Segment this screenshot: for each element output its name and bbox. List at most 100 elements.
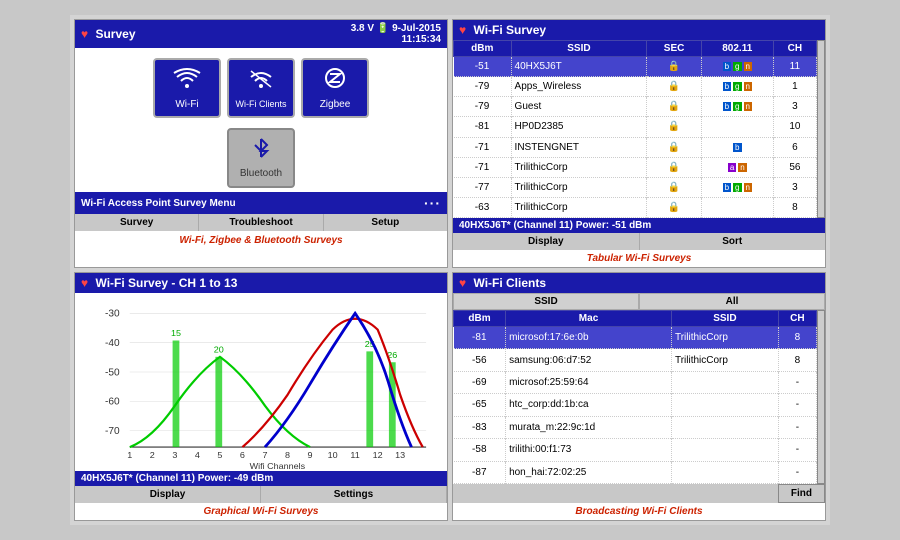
ssid-cell: Apps_Wireless [511,77,647,97]
client-dbm-cell: -65 [454,394,506,416]
svg-text:1: 1 [127,450,132,460]
dbm-cell: -51 [454,57,512,77]
wifi-clients-button[interactable]: Wi-Fi Clients [227,58,295,118]
wifi-table-row[interactable]: -79 Guest 🔒 bgn 3 [454,97,817,117]
wifi-display-tab[interactable]: Display [453,233,640,250]
wifi-table-row[interactable]: -77 TrilithicCorp 🔒 bgn 3 [454,177,817,197]
wifi-survey-title: ♥ Wi-Fi Survey [459,23,546,37]
zigbee-button[interactable]: Zigbee [301,58,369,118]
sec-cell: 🔒 [647,97,701,117]
zigbee-icon [324,67,346,95]
protocol-cell: bgn [701,77,773,97]
dbm-cell: -77 [454,177,512,197]
wifi-table-row[interactable]: -81 HP0D2385 🔒 10 [454,117,817,137]
svg-text:7: 7 [262,450,267,460]
svg-text:6: 6 [240,450,245,460]
troubleshoot-tab[interactable]: Troubleshoot [199,214,323,231]
protocol-cell [701,197,773,217]
client-ch-cell: - [778,439,816,461]
client-ch-cell: - [778,461,816,483]
find-button[interactable]: Find [778,484,825,503]
clients-filter-row: SSID All [453,293,825,310]
graph-settings-tab[interactable]: Settings [261,486,447,503]
ssid-cell: TrilithicCorp [511,177,647,197]
ssid-cell: TrilithicCorp [511,157,647,177]
client-dbm-cell: -58 [454,439,506,461]
zigbee-label: Zigbee [320,99,351,110]
graph-bottom-tabs: Display Settings [75,486,447,503]
clients-table-wrapper: dBm Mac SSID CH -81 microsof:17:6e:0b Tr… [453,310,825,484]
graph-display-tab[interactable]: Display [75,486,261,503]
wifi-table-row[interactable]: -51 40HX5J6T 🔒 bgn 11 [454,57,817,77]
menu-dots: ··· [424,195,441,211]
clients-table-row[interactable]: -56 samsung:06:d7:52 TrilithicCorp 8 [454,349,817,371]
survey-tab[interactable]: Survey [75,214,199,231]
client-ssid-cell [671,461,778,483]
col-802: 802.11 [701,41,773,57]
ch-cell: 56 [773,157,816,177]
ssid-cell: INSTENGNET [511,137,647,157]
filter-all[interactable]: All [639,293,825,310]
ssid-cell: 40HX5J6T [511,57,647,77]
bluetooth-label: Bluetooth [240,168,282,179]
setup-tab[interactable]: Setup [324,214,447,231]
wifi-table-row[interactable]: -71 TrilithicCorp 🔒 an 56 [454,157,817,177]
protocol-cell: bgn [701,57,773,77]
sec-cell: 🔒 [647,157,701,177]
client-mac-cell: microsof:17:6e:0b [506,327,672,349]
client-ch-cell: - [778,394,816,416]
filter-ssid[interactable]: SSID [453,293,639,310]
client-col-ssid: SSID [671,311,778,327]
ch-cell: 1 [773,77,816,97]
wifi-survey-table: dBm SSID SEC 802.11 CH -51 40HX5J6T 🔒 bg… [453,40,817,218]
wifi-table-row[interactable]: -71 INSTENGNET 🔒 b 6 [454,137,817,157]
client-ch-cell: 8 [778,349,816,371]
clients-table-row[interactable]: -58 trilithi:00:f1:73 - [454,439,817,461]
sec-cell: 🔒 [647,77,701,97]
clients-table-row[interactable]: -81 microsof:17:6e:0b TrilithicCorp 8 [454,327,817,349]
survey-caption: Wi-Fi, Zigbee & Bluetooth Surveys [75,231,447,250]
wifi-table-row[interactable]: -63 TrilithicCorp 🔒 8 [454,197,817,217]
client-ssid-cell: TrilithicCorp [671,349,778,371]
wifi-clients-label: Wi-Fi Clients [236,99,287,109]
survey-buttons: Wi-Fi Wi-Fi Clients [75,48,447,128]
protocol-cell [701,117,773,137]
clients-table-row[interactable]: -83 murata_m:22:9c:1d - [454,416,817,438]
ch-cell: 6 [773,137,816,157]
col-ssid: SSID [511,41,647,57]
header-right: 3.8 V 🔋 9-Jul-2015 11:15:34 [351,23,441,45]
wifi-survey-panel: ♥ Wi-Fi Survey dBm SSID SEC 802.11 CH -5… [452,19,826,268]
wifi-button[interactable]: Wi-Fi [153,58,221,118]
client-ssid-cell: TrilithicCorp [671,327,778,349]
dbm-cell: -63 [454,197,512,217]
wifi-table-row[interactable]: -79 Apps_Wireless 🔒 bgn 1 [454,77,817,97]
clients-table-row[interactable]: -87 hon_hai:72:02:25 - [454,461,817,483]
client-ch-cell: - [778,416,816,438]
wifi-scrollbar[interactable] [817,40,825,218]
heart-icon: ♥ [81,27,88,41]
clients-scrollbar[interactable] [817,310,825,484]
wifi-sort-tab[interactable]: Sort [640,233,826,250]
sec-cell: 🔒 [647,197,701,217]
heart-icon2: ♥ [459,23,466,37]
protocol-cell: bgn [701,97,773,117]
ch-cell: 8 [773,197,816,217]
wifi-status-bar: 40HX5J6T* (Channel 11) Power: -51 dBm [453,218,825,233]
clients-table-row[interactable]: -69 microsof:25:59:64 - [454,371,817,393]
dbm-cell: -81 [454,117,512,137]
sec-cell: 🔒 [647,177,701,197]
svg-text:-60: -60 [105,397,120,408]
sec-cell: 🔒 [647,117,701,137]
svg-text:10: 10 [328,450,338,460]
clients-table-row[interactable]: -65 htc_corp:dd:1b:ca - [454,394,817,416]
svg-text:-70: -70 [105,426,120,437]
client-mac-cell: htc_corp:dd:1b:ca [506,394,672,416]
ch-cell: 3 [773,177,816,197]
bluetooth-button[interactable]: Bluetooth [227,128,295,188]
svg-text:12: 12 [373,450,383,460]
wifi-table-wrapper: dBm SSID SEC 802.11 CH -51 40HX5J6T 🔒 bg… [453,40,825,218]
client-ch-cell: - [778,371,816,393]
clients-panel: ♥ Wi-Fi Clients SSID All dBm Mac SSID CH [452,272,826,521]
bluetooth-icon [252,137,270,164]
protocol-cell: bgn [701,177,773,197]
